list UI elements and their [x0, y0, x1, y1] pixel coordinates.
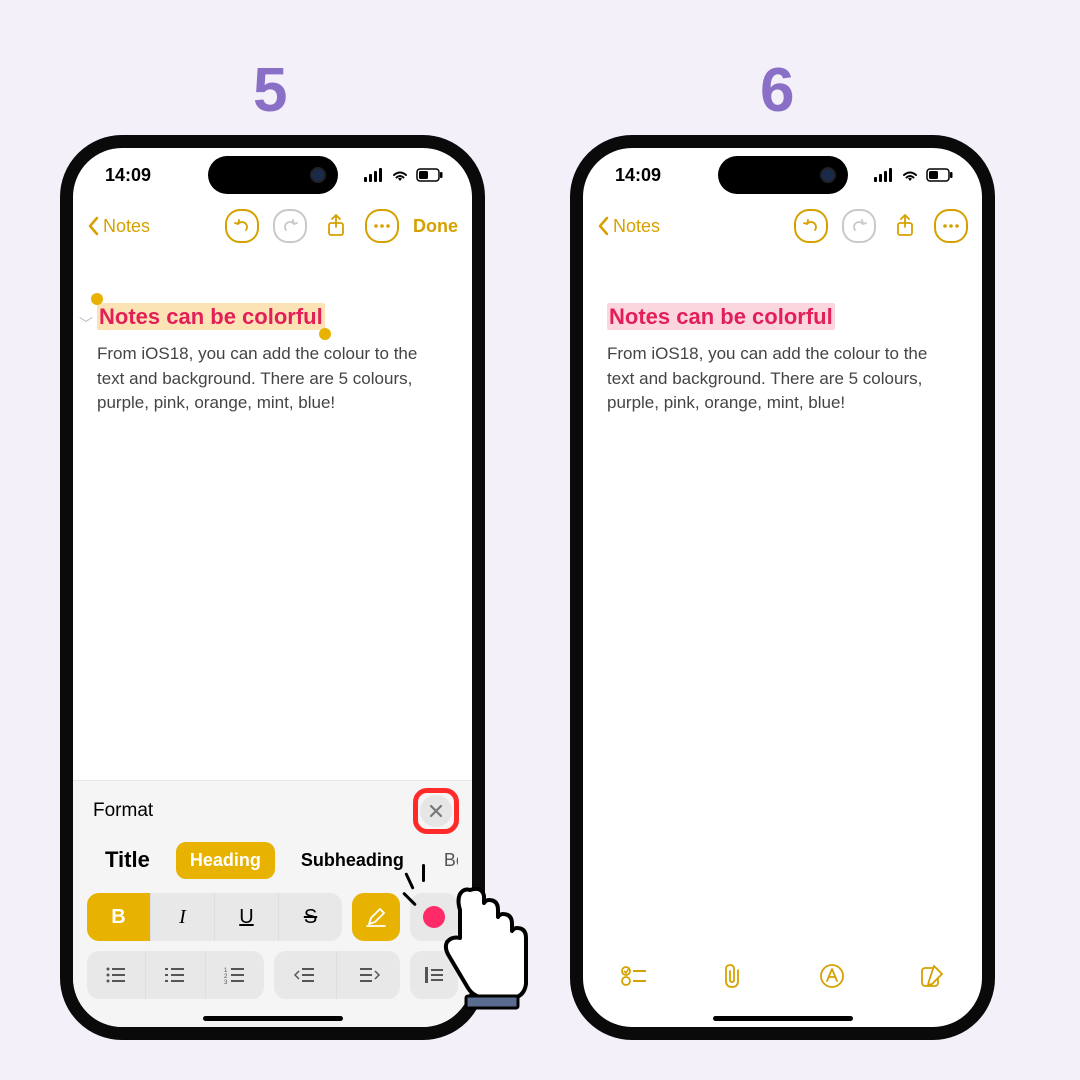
highlight-ring — [413, 788, 459, 834]
new-note-button[interactable] — [920, 964, 944, 988]
bullet-list-icon — [105, 966, 127, 984]
chevron-left-icon — [87, 216, 99, 236]
note-content[interactable]: Notes can be colorful From iOS18, you ca… — [583, 250, 982, 416]
redo-button[interactable] — [273, 209, 307, 243]
outdent-icon — [294, 966, 316, 984]
share-icon — [895, 214, 915, 238]
back-label: Notes — [103, 216, 150, 237]
format-panel-title: Format — [93, 800, 153, 822]
style-title-button[interactable]: Title — [91, 839, 164, 881]
bius-segment: B I U S — [87, 893, 342, 941]
note-content[interactable]: Notes can be colorful From iOS18, you ca… — [73, 250, 472, 416]
selection-handle-start[interactable] — [91, 293, 103, 305]
chevron-left-icon — [597, 216, 609, 236]
bullet-list-button[interactable] — [87, 951, 146, 999]
indent-icon — [358, 966, 380, 984]
attachment-button[interactable] — [722, 963, 744, 989]
dash-list-button[interactable] — [146, 951, 205, 999]
note-title-selected[interactable]: Notes can be colorful — [97, 303, 325, 330]
style-heading-button[interactable]: Heading — [176, 842, 275, 879]
redo-button[interactable] — [842, 209, 876, 243]
style-body-button[interactable]: Body — [430, 842, 458, 879]
share-icon — [326, 214, 346, 238]
svg-text:3: 3 — [224, 980, 228, 984]
wifi-icon — [390, 168, 410, 182]
pointing-hand-icon — [430, 880, 540, 1010]
navigation-bar: Notes — [583, 202, 982, 250]
dynamic-island — [718, 156, 848, 194]
share-button[interactable] — [321, 211, 351, 241]
battery-icon — [416, 168, 444, 182]
list-segment: 123 — [87, 951, 264, 999]
checklist-icon — [621, 965, 647, 987]
home-indicator[interactable] — [203, 1016, 343, 1021]
outdent-button[interactable] — [274, 951, 338, 999]
markup-button[interactable] — [819, 963, 845, 989]
numbered-list-button[interactable]: 123 — [206, 951, 264, 999]
redo-icon — [851, 218, 867, 234]
undo-button[interactable] — [225, 209, 259, 243]
selection-handle-end[interactable] — [319, 328, 331, 340]
back-button[interactable]: Notes — [597, 216, 660, 237]
battery-icon — [926, 168, 954, 182]
cellular-icon — [874, 168, 894, 182]
indent-button[interactable] — [337, 951, 400, 999]
underline-button[interactable]: U — [215, 893, 279, 941]
markup-icon — [819, 963, 845, 989]
done-button[interactable]: Done — [413, 216, 458, 237]
undo-icon — [803, 218, 819, 234]
bold-button[interactable]: B — [87, 893, 151, 941]
style-subheading-button[interactable]: Subheading — [287, 842, 418, 879]
wifi-icon — [900, 168, 920, 182]
redo-icon — [282, 218, 298, 234]
phone-mockup-step-5: 14:09 Notes — [60, 135, 485, 1040]
italic-button[interactable]: I — [151, 893, 215, 941]
more-button[interactable] — [365, 209, 399, 243]
highlight-color-button[interactable] — [352, 893, 400, 941]
undo-icon — [234, 218, 250, 234]
note-title[interactable]: Notes can be colorful — [607, 303, 835, 330]
navigation-bar: Notes Done — [73, 202, 472, 250]
share-button[interactable] — [890, 211, 920, 241]
step-number-5: 5 — [253, 55, 287, 126]
strikethrough-button[interactable]: S — [279, 893, 342, 941]
note-body-text[interactable]: From iOS18, you can add the colour to th… — [97, 342, 448, 416]
fold-chevron-icon[interactable]: ﹀ — [79, 314, 93, 334]
dynamic-island — [208, 156, 338, 194]
back-label: Notes — [613, 216, 660, 237]
back-button[interactable]: Notes — [87, 216, 150, 237]
numbered-list-icon: 123 — [224, 966, 246, 984]
more-button[interactable] — [934, 209, 968, 243]
step-number-6: 6 — [760, 55, 794, 126]
cellular-icon — [364, 168, 384, 182]
checklist-button[interactable] — [621, 965, 647, 987]
status-time: 14:09 — [615, 165, 661, 186]
undo-button[interactable] — [794, 209, 828, 243]
ellipsis-icon — [942, 224, 960, 228]
indent-segment — [274, 951, 400, 999]
compose-icon — [920, 964, 944, 988]
paperclip-icon — [722, 963, 744, 989]
dash-list-icon — [164, 966, 186, 984]
home-indicator[interactable] — [713, 1016, 853, 1021]
note-body-text[interactable]: From iOS18, you can add the colour to th… — [607, 342, 958, 416]
text-style-row: Title Heading Subheading Body — [87, 837, 458, 893]
bottom-toolbar — [583, 953, 982, 999]
pencil-icon — [365, 906, 387, 928]
status-time: 14:09 — [105, 165, 151, 186]
close-format-button[interactable] — [420, 795, 452, 827]
ellipsis-icon — [373, 224, 391, 228]
phone-mockup-step-6: 14:09 Notes — [570, 135, 995, 1040]
